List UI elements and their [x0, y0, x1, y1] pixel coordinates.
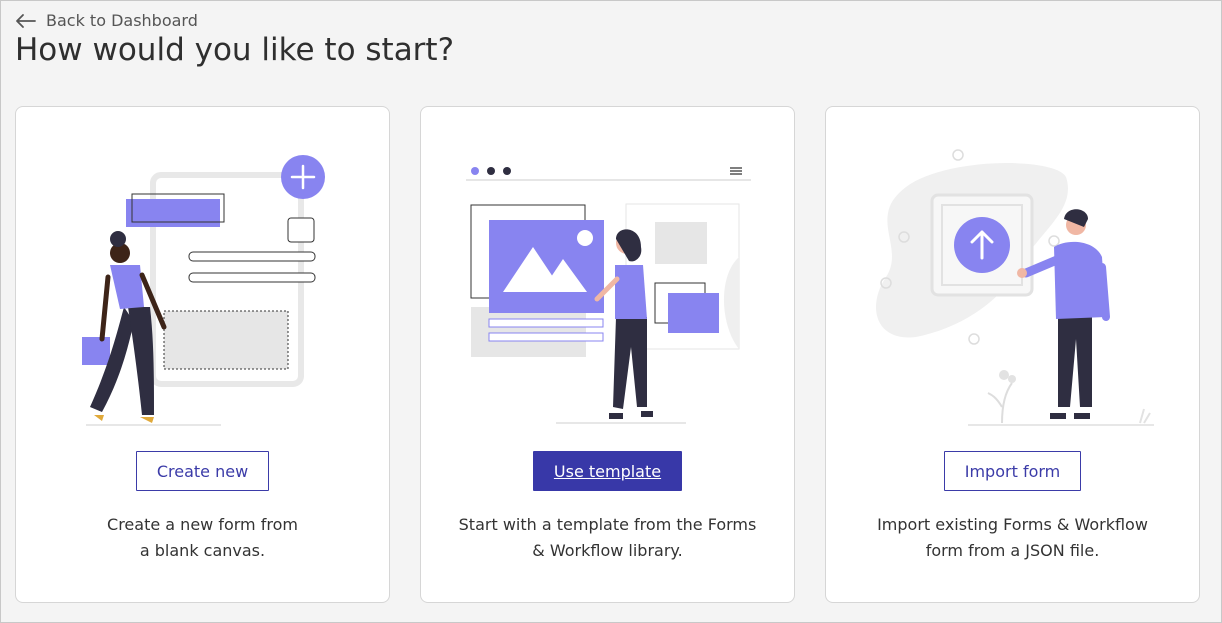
arrow-left-icon: [16, 13, 36, 28]
use-template-desc-line1: Start with a template from the Forms: [458, 515, 757, 534]
create-new-desc-line1: Create a new form from: [107, 515, 298, 534]
import-form-illustration: [876, 149, 1154, 426]
create-new-illustration: [82, 155, 325, 426]
back-to-dashboard-link[interactable]: Back to Dashboard: [14, 11, 198, 30]
create-new-card: Create new Create a new form from a blan…: [15, 106, 390, 603]
use-template-desc-line2: & Workflow library.: [532, 541, 683, 560]
page-title: How would you like to start?: [15, 32, 455, 68]
back-link-label: Back to Dashboard: [46, 11, 198, 30]
use-template-illustration: [466, 167, 751, 424]
use-template-button[interactable]: Use template: [533, 451, 682, 491]
import-form-button[interactable]: Import form: [944, 451, 1081, 491]
import-form-description: Import existing Forms & Workflow form fr…: [846, 512, 1179, 564]
use-template-card: Use template Start with a template from …: [420, 106, 795, 603]
create-new-description: Create a new form from a blank canvas.: [36, 512, 369, 564]
create-new-button[interactable]: Create new: [136, 451, 269, 491]
import-form-card: Import form Import existing Forms & Work…: [825, 106, 1200, 603]
import-form-desc-line1: Import existing Forms & Workflow: [877, 515, 1148, 534]
create-new-desc-line2: a blank canvas.: [139, 541, 266, 560]
import-form-desc-line2: form from a JSON file.: [925, 541, 1100, 560]
use-template-description: Start with a template from the Forms & W…: [441, 512, 774, 564]
